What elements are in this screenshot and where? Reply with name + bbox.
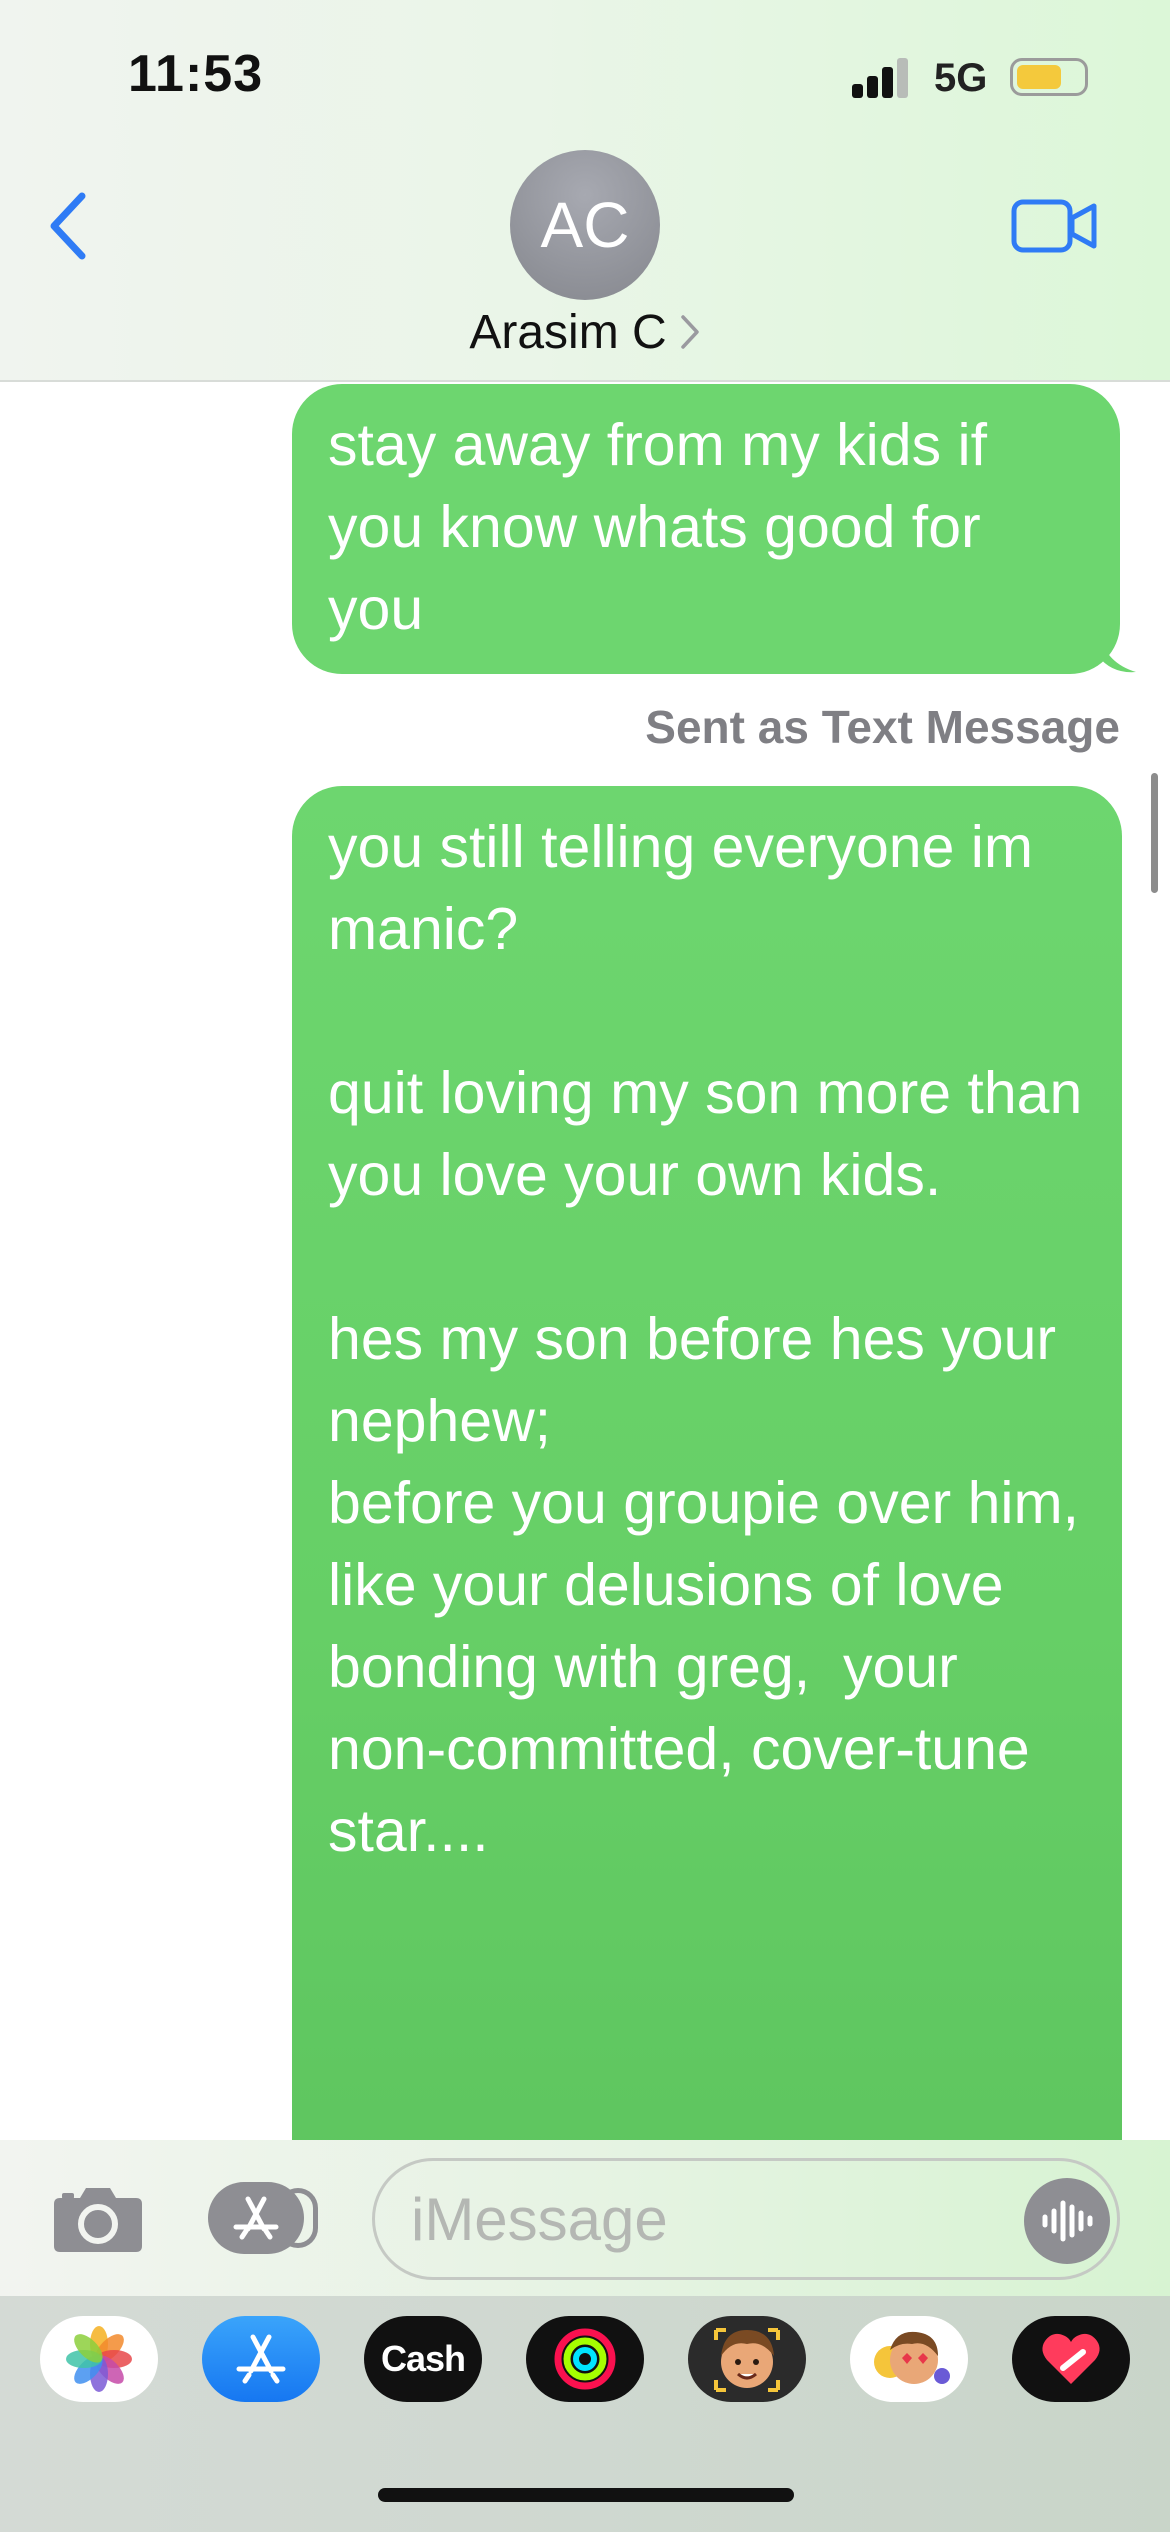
photos-app-button[interactable] bbox=[40, 2316, 158, 2402]
heart-icon bbox=[1042, 2333, 1100, 2384]
apple-cash-app-button[interactable]: Cash bbox=[364, 2316, 482, 2402]
fitness-icon bbox=[554, 2328, 616, 2390]
waveform-icon bbox=[1042, 2200, 1093, 2242]
camera-button[interactable] bbox=[52, 2184, 144, 2254]
audio-message-button[interactable] bbox=[1024, 2178, 1110, 2264]
message-input[interactable] bbox=[372, 2158, 1120, 2280]
apps-ring bbox=[278, 2188, 318, 2248]
avatar[interactable]: AC bbox=[510, 150, 660, 300]
cash-label: Cash bbox=[380, 2338, 466, 2379]
photos-icon bbox=[66, 2326, 132, 2392]
app-store-app-button[interactable] bbox=[202, 2316, 320, 2402]
video-camera-icon bbox=[1011, 199, 1097, 253]
bubble-tail bbox=[1098, 626, 1136, 673]
facetime-video-button[interactable] bbox=[1010, 196, 1100, 256]
battery-cap bbox=[1010, 58, 1088, 96]
message-input-bar bbox=[0, 2140, 1170, 2296]
stickers-icon bbox=[874, 2331, 950, 2384]
digital-touch-app-button[interactable] bbox=[1012, 2316, 1130, 2402]
status-time: 11:53 bbox=[128, 45, 264, 103]
fitness-app-button[interactable] bbox=[526, 2316, 644, 2402]
contact-name: Arasim C bbox=[469, 305, 667, 359]
back-button[interactable] bbox=[44, 186, 94, 266]
conversation-header: 11:53 5G AC Arasim C bbox=[0, 0, 1170, 382]
scrollbar[interactable] bbox=[1151, 773, 1158, 893]
sent-as-text-note: Sent as Text Message bbox=[645, 701, 1120, 753]
memoji-app-button[interactable] bbox=[688, 2316, 806, 2402]
chevron-left-icon bbox=[50, 192, 86, 260]
contact-name-button[interactable]: Arasim C bbox=[0, 300, 1170, 364]
memoji-icon bbox=[714, 2328, 780, 2392]
memoji-stickers-app-button[interactable] bbox=[850, 2316, 968, 2402]
signal-icon bbox=[852, 54, 912, 98]
app-store-icon bbox=[236, 2334, 286, 2384]
camera-icon bbox=[54, 2188, 142, 2252]
message-bubble-outgoing[interactable]: you still telling everyone im manic? qui… bbox=[292, 786, 1122, 2186]
network-label: 5G bbox=[934, 56, 988, 100]
apps-button[interactable] bbox=[208, 2182, 318, 2254]
message-bubble-outgoing[interactable]: stay away from my kids if you know whats… bbox=[292, 384, 1120, 674]
chevron-right-icon bbox=[680, 315, 699, 349]
home-indicator[interactable] bbox=[378, 2488, 794, 2502]
